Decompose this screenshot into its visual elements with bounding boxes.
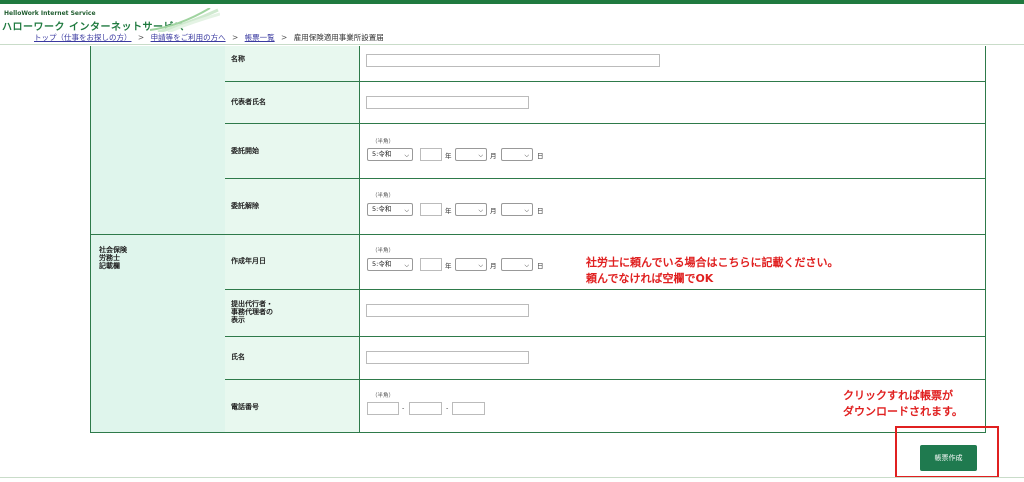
chevron-down-icon: ⌵ — [404, 207, 409, 214]
label-phone: 電話番号 — [231, 403, 259, 411]
chevron-down-icon: ⌵ — [478, 262, 483, 269]
annotation-note1-line1: 社労士に頼んでいる場合はこちらに記載ください。 — [586, 256, 839, 269]
end-day-select[interactable]: ⌵ — [501, 203, 533, 216]
brand-english: HelloWork Internet Service — [4, 10, 96, 17]
start-era-select[interactable]: 5:令和 ⌵ — [367, 148, 413, 161]
label-person-name: 氏名 — [231, 353, 245, 361]
section-column — [91, 46, 226, 432]
end-year-input[interactable] — [420, 203, 442, 216]
start-month-select[interactable]: ⌵ — [455, 148, 487, 161]
end-era-select[interactable]: 5:令和 ⌵ — [367, 203, 413, 216]
end-month-select[interactable]: ⌵ — [455, 203, 487, 216]
label-start: 委託開始 — [231, 147, 259, 155]
agent-input[interactable] — [366, 304, 529, 317]
created-era-value: 5:令和 — [372, 260, 392, 268]
breadcrumb-separator: > — [281, 33, 288, 42]
breadcrumb-apply[interactable]: 申請等をご利用の方へ — [151, 33, 226, 42]
swoosh-decoration-icon — [150, 8, 220, 32]
annotation-note2-line2: ダウンロードされます。 — [843, 405, 963, 418]
end-era-value: 5:令和 — [372, 205, 392, 213]
breadcrumb-separator: > — [231, 33, 239, 42]
create-form-button[interactable]: 帳票作成 — [920, 445, 977, 471]
chevron-down-icon: ⌵ — [404, 262, 409, 269]
hint-halfwidth: （半角） — [372, 393, 395, 399]
created-month-select[interactable]: ⌵ — [455, 258, 487, 271]
annotation-note1-line2: 頼んでなければ空欄でOK — [586, 272, 714, 285]
unit-day: 日 — [537, 207, 544, 215]
footer-divider — [0, 477, 1024, 478]
unit-year: 年 — [445, 152, 452, 160]
phone-dash: - — [402, 404, 405, 412]
label-end: 委託解除 — [231, 202, 259, 210]
row-divider — [91, 234, 986, 235]
phone-part2-input[interactable] — [409, 402, 442, 415]
row-divider — [225, 123, 986, 124]
created-era-select[interactable]: 5:令和 ⌵ — [367, 258, 413, 271]
label-created-date: 作成年月日 — [231, 257, 266, 265]
hint-halfwidth: （半角） — [372, 193, 395, 199]
row-divider — [225, 336, 986, 337]
row-divider — [225, 178, 986, 179]
start-year-input[interactable] — [420, 148, 442, 161]
hint-halfwidth: （半角） — [372, 139, 395, 145]
breadcrumb: トップ（仕事をお探しの方） > 申請等をご利用の方へ > 帳票一覧 > 雇用保険… — [34, 32, 384, 43]
label-name: 名称 — [231, 55, 245, 63]
chevron-down-icon: ⌵ — [404, 152, 409, 159]
breadcrumb-current: 雇用保険適用事業所設置届 — [293, 33, 384, 42]
hint-halfwidth: （半角） — [372, 248, 395, 254]
form-table: 社会保険 労務士 記載欄 名称 代表者氏名 委託開始 （半角） 5:令和 ⌵ 年 … — [90, 46, 986, 433]
annotation-note2-line1: クリックすれば帳票が — [843, 389, 953, 402]
chevron-down-icon: ⌵ — [478, 152, 483, 159]
chevron-down-icon: ⌵ — [524, 262, 529, 269]
unit-day: 日 — [537, 262, 544, 270]
unit-year: 年 — [445, 262, 452, 270]
created-day-select[interactable]: ⌵ — [501, 258, 533, 271]
header-divider — [0, 44, 1024, 45]
representative-input[interactable] — [366, 96, 529, 109]
section-label-sharoushi: 社会保険 労務士 記載欄 — [99, 246, 127, 270]
phone-part1-input[interactable] — [367, 402, 399, 415]
breadcrumb-top[interactable]: トップ（仕事をお探しの方） — [34, 33, 132, 42]
row-divider — [225, 379, 986, 380]
chevron-down-icon: ⌵ — [524, 207, 529, 214]
unit-month: 月 — [490, 262, 497, 270]
chevron-down-icon: ⌵ — [478, 207, 483, 214]
row-divider — [225, 81, 986, 82]
label-agent: 提出代行者・ 事務代理者の 表示 — [231, 300, 273, 324]
unit-year: 年 — [445, 207, 452, 215]
row-divider — [225, 289, 986, 290]
start-day-select[interactable]: ⌵ — [501, 148, 533, 161]
unit-month: 月 — [490, 152, 497, 160]
unit-month: 月 — [490, 207, 497, 215]
breadcrumb-forms[interactable]: 帳票一覧 — [245, 33, 275, 42]
person-name-input[interactable] — [366, 351, 529, 364]
start-era-value: 5:令和 — [372, 150, 392, 158]
created-year-input[interactable] — [420, 258, 442, 271]
phone-dash: - — [446, 404, 449, 412]
breadcrumb-separator: > — [137, 33, 145, 42]
chevron-down-icon: ⌵ — [524, 152, 529, 159]
unit-day: 日 — [537, 152, 544, 160]
site-header: HelloWork Internet Service ハローワーク インターネッ… — [0, 4, 1024, 33]
phone-part3-input[interactable] — [452, 402, 485, 415]
name-input[interactable] — [366, 54, 660, 67]
label-representative: 代表者氏名 — [231, 98, 266, 106]
